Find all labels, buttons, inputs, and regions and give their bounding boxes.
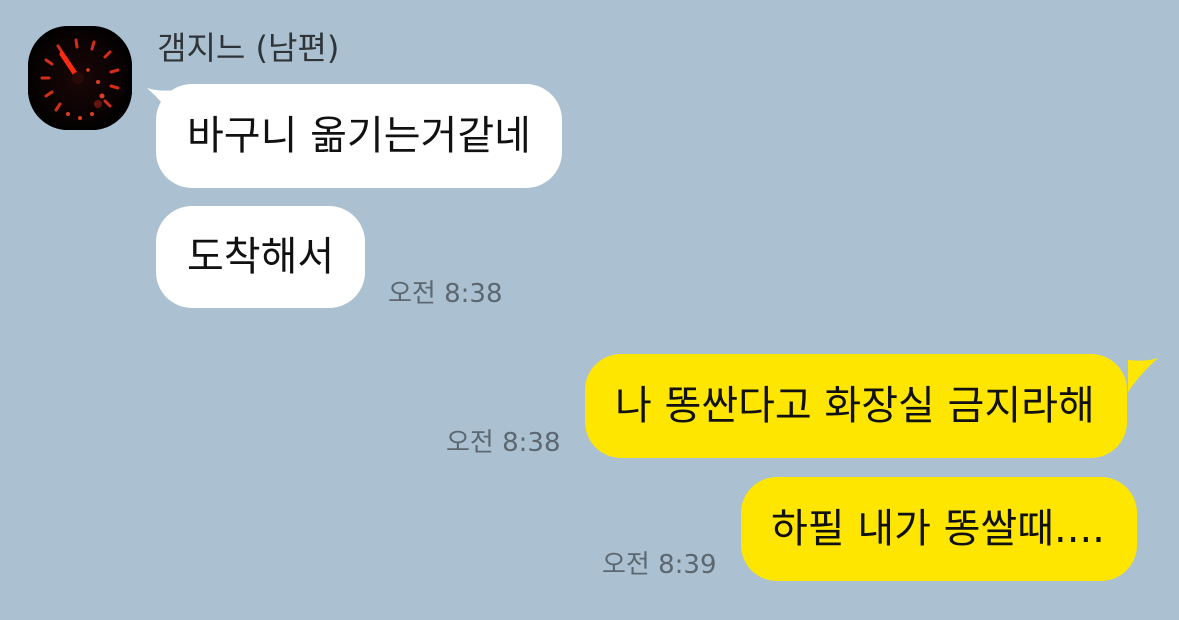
message-text: 바구니 옮기는거같네 xyxy=(187,113,531,159)
sender-avatar[interactable] xyxy=(28,26,132,130)
incoming-message-2[interactable]: 도착해서 xyxy=(156,206,366,308)
message-timestamp: 오전 8:38 xyxy=(446,428,561,458)
speedometer-avatar-icon xyxy=(28,26,132,130)
outgoing-message-2[interactable]: 하필 내가 똥쌀때.... xyxy=(741,477,1137,581)
sender-name: 갬지느 (남편) xyxy=(157,29,340,67)
message-text: 나 똥싼다고 화장실 금지라해 xyxy=(615,383,1095,429)
outgoing-bubble-tail xyxy=(1128,358,1158,392)
outgoing-message-1[interactable]: 나 똥싼다고 화장실 금지라해 xyxy=(585,354,1127,458)
message-text: 하필 내가 똥쌀때.... xyxy=(771,506,1105,552)
incoming-message-1[interactable]: 바구니 옮기는거같네 xyxy=(156,84,562,188)
chat-screen: { "sender": { "name": "갬지느 (남편)", "avata… xyxy=(0,0,1179,620)
message-timestamp: 오전 8:38 xyxy=(388,279,503,309)
message-timestamp: 오전 8:39 xyxy=(602,550,717,580)
message-text: 도착해서 xyxy=(187,234,335,280)
